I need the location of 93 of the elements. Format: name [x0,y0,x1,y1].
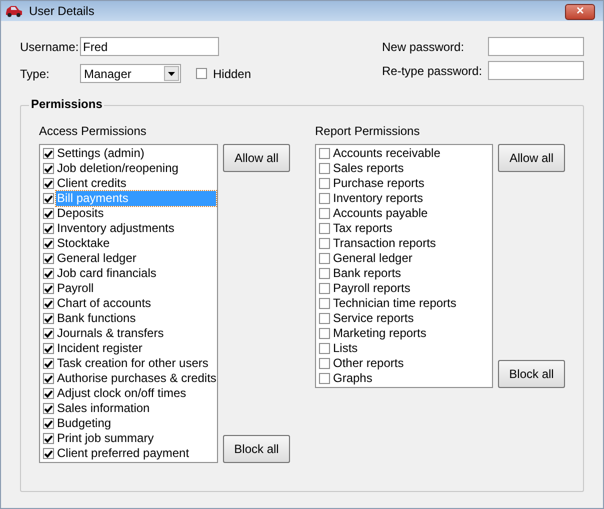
password-field[interactable] [488,37,584,56]
checkbox[interactable] [43,343,54,354]
list-item[interactable]: Inventory reports [332,191,491,206]
allow-all-button[interactable]: Allow all [498,144,565,172]
username-field[interactable]: Fred [80,37,219,56]
checkbox[interactable] [319,253,330,264]
list-item[interactable]: Accounts payable [332,206,491,221]
list-item[interactable]: Service reports [332,311,491,326]
checkbox[interactable] [319,163,330,174]
list-item[interactable]: Bank reports [332,266,491,281]
list-item[interactable]: Stocktake [56,236,216,251]
type-dropdown[interactable]: Manager [80,64,181,83]
list-heading: Report Permissions [315,124,421,138]
list-heading: Access Permissions [39,124,148,138]
checkbox[interactable] [43,328,54,339]
list-item[interactable]: Bank functions [56,311,216,326]
car-icon [5,5,23,17]
checkbox[interactable] [43,178,54,189]
window-title: User Details [29,3,94,20]
list-item[interactable]: Technician time reports [332,296,491,311]
checkbox[interactable] [319,238,330,249]
list-item[interactable]: Job deletion/reopening [56,161,216,176]
checkbox[interactable] [43,223,54,234]
list-item[interactable]: Other reports [332,356,491,371]
checkbox[interactable] [319,328,330,339]
checkbox[interactable] [43,388,54,399]
checkbox[interactable] [43,313,54,324]
checkbox[interactable] [319,193,330,204]
list-item[interactable]: Marketing reports [332,326,491,341]
checkbox[interactable] [319,298,330,309]
checkbox[interactable] [43,358,54,369]
field-label: Username: [20,38,80,56]
hidden-checkbox[interactable] [196,68,207,79]
checkbox[interactable] [319,178,330,189]
checkbox[interactable] [319,313,330,324]
checkbox[interactable] [43,253,54,264]
checkbox[interactable] [319,358,330,369]
list-item[interactable]: Budgeting [56,416,216,431]
checkbox[interactable] [319,343,330,354]
list-item[interactable]: Client credits [56,176,216,191]
checkbox[interactable] [43,283,54,294]
list-item[interactable]: Journals & transfers [56,326,216,341]
list-item[interactable]: General ledger [56,251,216,266]
list-item[interactable]: Deposits [56,206,216,221]
block-all-button[interactable]: Block all [223,435,290,463]
list-item[interactable]: Print job summary [56,431,216,446]
list-item[interactable]: Purchase reports [332,176,491,191]
checkbox[interactable] [319,268,330,279]
caret-icon [168,72,175,76]
list-item[interactable]: General ledger [332,251,491,266]
checkbox[interactable] [319,283,330,294]
list-item[interactable]: Payroll reports [332,281,491,296]
list-item[interactable]: Accounts receivable [332,146,491,161]
allow-all-button[interactable]: Allow all [223,144,290,172]
block-all-button[interactable]: Block all [498,360,565,388]
list-item[interactable]: Job card financials [56,266,216,281]
checkbox[interactable] [43,208,54,219]
list-item[interactable]: Chart of accounts [56,296,216,311]
list-item[interactable]: Task creation for other users [56,356,216,371]
checkbox-label: Hidden [213,66,252,82]
checkbox[interactable] [319,148,330,159]
list-item[interactable]: Incident register [56,341,216,356]
list-item[interactable]: Authorise purchases & credits [56,371,216,386]
list-item[interactable]: Adjust clock on/off times [56,386,216,401]
checkbox[interactable] [43,403,54,414]
checkbox[interactable] [43,193,54,204]
checkbox[interactable] [43,148,54,159]
field-label: Re-type password: [382,62,484,80]
list-item[interactable]: Sales reports [332,161,491,176]
checkbox[interactable] [319,208,330,219]
checkbox[interactable] [43,163,54,174]
checkbox[interactable] [43,433,54,444]
field-label: Type: [20,66,50,82]
list-item[interactable]: Inventory adjustments [56,221,216,236]
list-item[interactable]: Tax reports [332,221,491,236]
checkbox[interactable] [319,223,330,234]
password-field[interactable] [488,61,584,80]
list-item[interactable]: Payroll [56,281,216,296]
checkbox[interactable] [43,373,54,384]
checkbox[interactable] [319,373,330,384]
list-item[interactable]: Transaction reports [332,236,491,251]
list-item[interactable]: Settings (admin) [56,146,216,161]
checkbox[interactable] [43,418,54,429]
list-item[interactable]: Lists [332,341,491,356]
checkbox[interactable] [43,448,54,459]
checkbox[interactable] [43,238,54,249]
list-item[interactable]: Sales information [56,401,216,416]
list-item[interactable]: Graphs [332,371,491,386]
checkbox[interactable] [43,268,54,279]
list-item[interactable]: Client preferred payment [56,446,216,461]
group-title: Permissions [29,98,104,110]
checkbox[interactable] [43,298,54,309]
field-label: New password: [382,38,466,56]
